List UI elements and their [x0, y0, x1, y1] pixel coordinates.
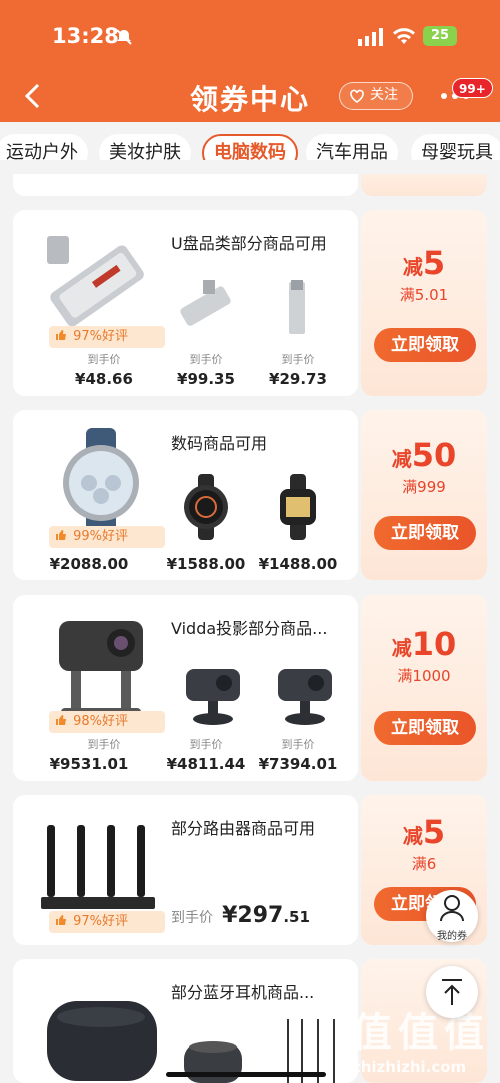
- coupon-condition: 满1000: [397, 667, 451, 685]
- rating-badge: 97%好评: [49, 326, 165, 348]
- thumb-up-icon: [56, 530, 66, 540]
- price: ¥4811.44: [166, 755, 246, 773]
- coupon-condition: 满999: [402, 478, 446, 496]
- battery-indicator: 25: [423, 26, 457, 46]
- claim-button[interactable]: 立即领取: [374, 328, 476, 362]
- card-title: 部分蓝牙耳机商品...: [171, 983, 315, 1002]
- back-to-top-button[interactable]: [426, 966, 478, 1018]
- person-icon: [440, 895, 464, 922]
- projector-thumbnail: [278, 669, 332, 725]
- wifi-icon: [393, 28, 415, 44]
- rating-text: 97%好评: [73, 914, 129, 929]
- price: ¥99.35: [177, 370, 235, 388]
- rating-text: 98%好评: [73, 714, 129, 729]
- price-label: 到手价: [281, 738, 315, 751]
- price-decimal: .51: [283, 908, 310, 926]
- coupon-amount: 减10: [391, 625, 457, 663]
- claim-button[interactable]: 立即领取: [374, 711, 476, 745]
- projector-image: [59, 621, 143, 718]
- status-time: 13:28: [52, 24, 119, 48]
- price: ¥1588.00: [166, 555, 246, 573]
- square-watch-thumbnail: [280, 474, 316, 540]
- price: ¥1488.00: [258, 555, 338, 573]
- coupon-panel: 减50 满999 立即领取: [361, 410, 487, 580]
- nav-bar: 领券中心 关注: [0, 72, 500, 120]
- rating-badge: 97%好评: [49, 911, 165, 933]
- coupon-amount: 减5: [402, 813, 446, 851]
- page-title: 领券中心: [189, 83, 310, 116]
- my-coupons-button[interactable]: 我的券: [426, 890, 478, 942]
- thumb-up-icon: [56, 715, 66, 725]
- card-title: U盘品类部分商品可用: [171, 234, 327, 253]
- usb-stick-thumbnail: [289, 280, 305, 334]
- coupon-panel: 减5 满5.01 立即领取: [361, 210, 487, 396]
- claim-button[interactable]: 立即领取: [374, 516, 476, 550]
- rating-badge: 98%好评: [49, 711, 165, 733]
- coupon-amount: 减50: [391, 436, 457, 474]
- coupon-card[interactable]: 部分蓝牙耳机商品...: [13, 959, 358, 1083]
- thumb-up-icon: [56, 330, 66, 340]
- coupon-card[interactable]: 97%好评 U盘品类部分商品可用 到手价 ¥48.66 到手价 ¥99.35 到…: [13, 210, 358, 396]
- rating-text: 97%好评: [73, 329, 129, 344]
- price: ¥9531.01: [49, 755, 129, 773]
- smartwatch-image: [63, 428, 139, 538]
- coupon-condition: 满5.01: [399, 286, 449, 304]
- cellular-signal-icon: [358, 28, 383, 46]
- header: 13:28 25 领券中心 关注 99+: [0, 0, 500, 122]
- usb-drive-thumbnail: [180, 280, 231, 326]
- message-badge: 99+: [452, 78, 493, 98]
- bell-mute-icon: [116, 29, 132, 45]
- coupon-panel: 减10 满1000 立即领取: [361, 595, 487, 781]
- price-main: ¥297: [222, 903, 284, 928]
- follow-label: 关注: [370, 87, 398, 103]
- coupon-card[interactable]: 97%好评 部分路由器商品可用 到手价 ¥297.51: [13, 795, 358, 945]
- coupon-amount: 减5: [402, 244, 446, 282]
- status-bar: 13:28 25: [0, 22, 500, 56]
- price-row: 到手价 ¥297.51: [171, 903, 310, 928]
- follow-button[interactable]: 关注: [339, 82, 413, 110]
- price-label: 到手价: [189, 353, 223, 366]
- price-label: 到手价: [281, 353, 315, 366]
- coupon-condition: 满6: [411, 855, 437, 873]
- price-label: 到手价: [87, 353, 121, 366]
- projector-thumbnail: [186, 669, 240, 725]
- price: ¥7394.01: [258, 755, 338, 773]
- price-label: 到手价: [189, 738, 223, 751]
- coupon-card[interactable]: 98%好评 Vidda投影部分商品... 到手价 ¥9531.01 到手价 ¥4…: [13, 595, 358, 781]
- price: ¥29.73: [269, 370, 327, 388]
- price-label: 到手价: [87, 738, 121, 751]
- arrow-up-icon: [442, 979, 462, 1005]
- usb-drive-image: [47, 236, 144, 327]
- card-title: 部分路由器商品可用: [171, 819, 316, 838]
- price: ¥2088.00: [49, 555, 129, 573]
- rating-text: 99%好评: [73, 529, 129, 544]
- rating-badge: 99%好评: [49, 526, 165, 548]
- earbuds-case-image: [47, 1001, 157, 1081]
- card-title: Vidda投影部分商品...: [171, 619, 328, 638]
- watermark-url: zhizhizhi.com: [352, 1058, 467, 1076]
- heart-icon: [350, 89, 364, 103]
- black-watch-thumbnail: [184, 474, 228, 540]
- price: ¥48.66: [75, 370, 133, 388]
- my-coupons-label: 我的券: [437, 931, 467, 942]
- thumb-up-icon: [56, 915, 66, 925]
- price-label: 到手价: [171, 910, 213, 926]
- card-title: 数码商品可用: [171, 434, 268, 453]
- coupon-card[interactable]: 99%好评 数码商品可用 ¥2088.00 ¥1588.00 ¥1488.00: [13, 410, 358, 580]
- home-indicator: [166, 1072, 326, 1077]
